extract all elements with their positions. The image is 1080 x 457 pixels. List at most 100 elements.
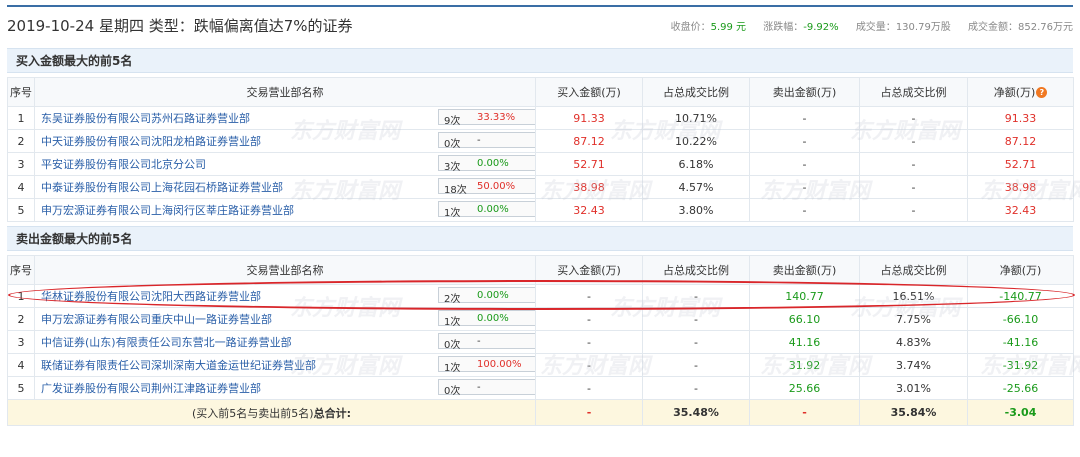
branch-link[interactable]: 中天证券股份有限公司沈阳龙柏路证券营业部 — [41, 135, 261, 148]
page-header: 2019-10-24 星期四 类型：跌幅偏离值达7%的证券 收盘价：5.99 元… — [7, 15, 1073, 35]
history-count: 1次 — [444, 363, 461, 374]
table-row: 4 中泰证券股份有限公司上海花园石桥路证券营业部 18次 50.00% 38.98 4.5… — [7, 175, 1074, 199]
close-price-label: 收盘价： — [670, 22, 711, 33]
row-sell-ratio: 7.75% — [859, 307, 968, 331]
table-row: 1东吴证券股份有限公司苏州石路证券营业部9次33.33%?91.3310.71%… — [7, 106, 1074, 130]
branch-link[interactable]: 中泰证券股份有限公司上海花园石桥路证券营业部 — [41, 181, 283, 194]
col-branch-name: 交易营业部名称 — [34, 77, 536, 107]
table-row: 4 联储证券有限责任公司深圳深南大道金运世纪证券营业部 1次 100.00% - -31.… — [7, 353, 1074, 377]
history-box[interactable]: 9次 33.33%? — [438, 109, 536, 127]
table-row: 5 申万宏源证券有限公司上海闵行区莘庄路证券营业部 1次 0.00% 32.43 3.80… — [7, 198, 1074, 222]
row-sell-ratio: - — [859, 106, 968, 130]
history-count: 9次 — [444, 116, 461, 127]
close-price-value: 5.99 元 — [710, 22, 747, 33]
row-net: 38.98 — [967, 175, 1074, 199]
row-seq: 3 — [7, 152, 35, 176]
row-net: -41.16 — [967, 330, 1074, 354]
history-box[interactable]: 3次 0.00% — [438, 155, 535, 173]
col-net-amount: 净额(万) — [967, 255, 1074, 285]
branch-link[interactable]: 华林证券股份有限公司沈阳大西路证券营业部 — [41, 290, 261, 303]
branch-link[interactable]: 东吴证券股份有限公司苏州石路证券营业部 — [41, 112, 250, 125]
row-buy: - — [535, 353, 643, 377]
row-seq: 1 — [7, 106, 35, 130]
row-buy-ratio: 3.80% — [642, 198, 750, 222]
col-buy-ratio: 占总成交比例 — [642, 255, 750, 285]
row-buy-ratio: - — [642, 353, 750, 377]
col-buy-ratio: 占总成交比例 — [642, 77, 750, 107]
warning-icon[interactable]: ? — [1036, 87, 1048, 98]
history-box[interactable]: 0次 - — [438, 333, 535, 351]
row-net: -66.10 — [967, 307, 1074, 331]
total-buy-ratio: 35.48% — [642, 399, 750, 426]
history-rate: - — [477, 336, 481, 347]
table-row: 5 广发证券股份有限公司荆州江津路证券营业部 0次 - - -25.66 3.01% -25.… — [7, 376, 1074, 400]
history-box[interactable]: 1次 0.00% — [438, 201, 535, 219]
row-buy: 38.98 — [535, 175, 643, 199]
volume-label: 成交量： — [855, 22, 896, 33]
row-buy-ratio: 6.18% — [642, 152, 750, 176]
history-box[interactable]: 1次 0.00% — [438, 310, 535, 328]
row-buy-ratio: 4.57% — [642, 175, 750, 199]
history-rate: 0.00% — [477, 290, 509, 301]
history-box[interactable]: 2次 0.00% — [438, 287, 535, 305]
row-sell-ratio: - — [859, 152, 968, 176]
row-net: -25.66 — [967, 376, 1074, 400]
top-border — [7, 5, 1073, 7]
warning-icon[interactable]: ? — [535, 111, 536, 123]
row-sell: 31.92 — [749, 353, 860, 377]
row-branch: 广发证券股份有限公司荆州江津路证券营业部 0次 - — [34, 376, 536, 400]
history-box[interactable]: 1次 100.00% — [438, 356, 535, 374]
col-branch-name: 交易营业部名称 — [34, 255, 536, 285]
branch-link[interactable]: 平安证券股份有限公司北京分公司 — [41, 158, 206, 171]
row-buy: 52.71 — [535, 152, 643, 176]
row-sell: - — [749, 106, 860, 130]
sell-section-title: 卖出金额最大的前5名 — [7, 226, 1073, 251]
row-buy-ratio: - — [642, 330, 750, 354]
row-net: 91.33 — [967, 106, 1074, 130]
change-label: 涨跌幅： — [763, 22, 804, 33]
history-rate: 100.00% — [477, 359, 522, 370]
row-sell: 41.16 — [749, 330, 860, 354]
total-label-bold: 总合计: — [313, 406, 351, 420]
row-buy: - — [535, 376, 643, 400]
row-seq: 2 — [7, 307, 35, 331]
branch-link[interactable]: 申万宏源证券有限公司上海闵行区莘庄路证券营业部 — [41, 204, 294, 217]
row-branch: 中天证券股份有限公司沈阳龙柏路证券营业部 0次 - — [34, 129, 536, 153]
row-sell-ratio: - — [859, 175, 968, 199]
table-row: 2 申万宏源证券有限公司重庆中山一路证券营业部 1次 0.00% - -66.10 7.75… — [7, 307, 1074, 331]
row-buy-ratio: 10.22% — [642, 129, 750, 153]
history-rate: 0.00% — [477, 313, 509, 324]
history-box[interactable]: 18次 50.00% — [438, 178, 535, 196]
total-sell-ratio: 35.84% — [859, 399, 968, 426]
branch-link[interactable]: 中信证券(山东)有限责任公司东营北一路证券营业部 — [41, 336, 292, 349]
row-seq: 4 — [7, 175, 35, 199]
row-branch: 申万宏源证券有限公司重庆中山一路证券营业部 1次 0.00% — [34, 307, 536, 331]
row-sell-ratio: - — [859, 198, 968, 222]
branch-link[interactable]: 广发证券股份有限公司荆州江津路证券营业部 — [41, 382, 261, 395]
row-buy: - — [535, 307, 643, 331]
table-row: 3 平安证券股份有限公司北京分公司 3次 0.00% 52.71 6.18% - -52.71 — [7, 152, 1074, 176]
row-seq: 1 — [7, 284, 35, 308]
row-net: 87.12 — [967, 129, 1074, 153]
row-seq: 3 — [7, 330, 35, 354]
buy-table-header: 序号 交易营业部名称 买入金额(万) 占总成交比例 卖出金额(万) 占总成交比例… — [7, 77, 1074, 107]
total-buy: - — [535, 399, 643, 426]
stock-stats: 收盘价：5.99 元 涨跌幅：-9.92% 成交量：130.79万股 成交金额：… — [657, 18, 1073, 33]
row-branch: 中信证券(山东)有限责任公司东营北一路证券营业部 0次 - — [34, 330, 536, 354]
row-sell: 25.66 — [749, 376, 860, 400]
row-buy-ratio: - — [642, 284, 750, 308]
history-count: 0次 — [444, 386, 461, 397]
row-sell: - — [749, 175, 860, 199]
table-row: 3 中信证券(山东)有限责任公司东营北一路证券营业部 0次 - - -41.16 4.83%… — [7, 330, 1074, 354]
history-box[interactable]: 0次 - — [438, 132, 535, 150]
row-seq: 5 — [7, 376, 35, 400]
branch-link[interactable]: 申万宏源证券有限公司重庆中山一路证券营业部 — [41, 313, 272, 326]
row-sell-ratio: - — [859, 129, 968, 153]
history-box[interactable]: 0次 - — [438, 379, 535, 397]
total-net: -3.04 — [967, 399, 1074, 426]
row-buy-ratio: - — [642, 307, 750, 331]
history-rate: 0.00% — [477, 204, 509, 215]
branch-link[interactable]: 联储证券有限责任公司深圳深南大道金运世纪证券营业部 — [41, 359, 316, 372]
row-sell: - — [749, 129, 860, 153]
col-net-label: 净额(万) — [993, 86, 1036, 99]
